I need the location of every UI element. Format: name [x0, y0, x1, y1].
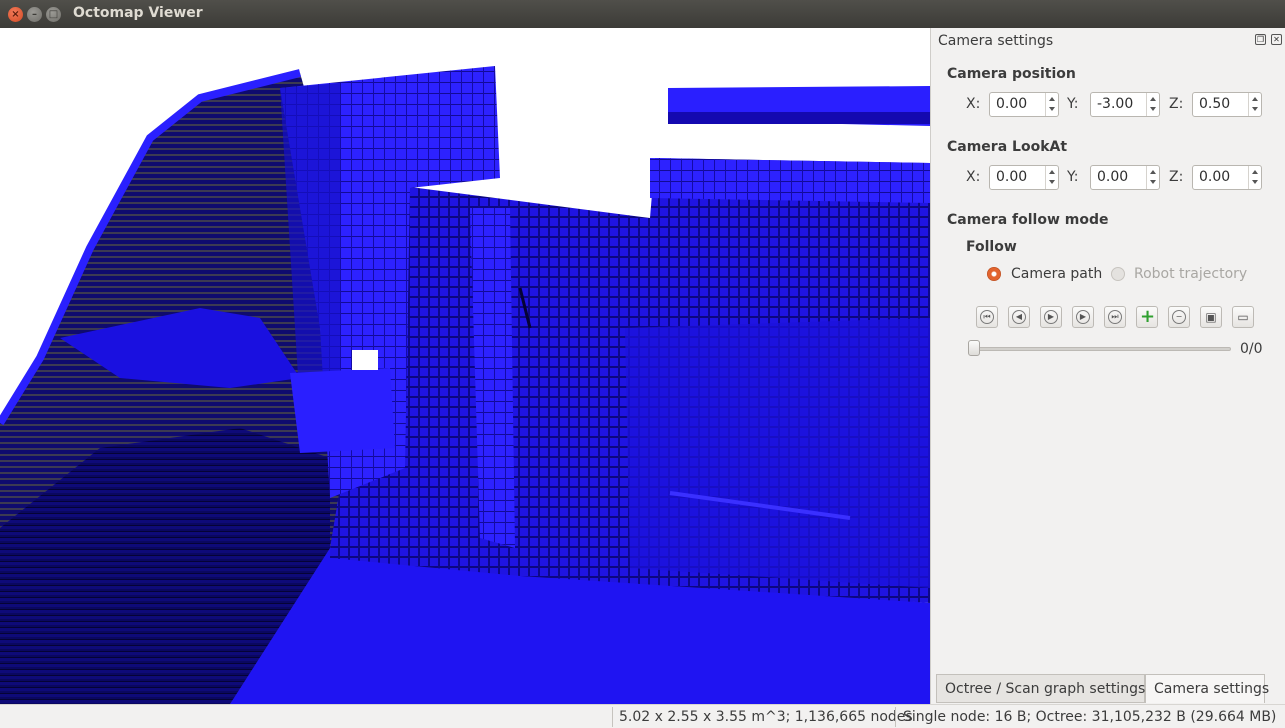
lookat-x-value: 0.00 — [996, 169, 1028, 185]
follow-subheading: Follow — [966, 239, 1017, 255]
close-window-button[interactable]: × — [8, 7, 23, 22]
tab-camera-settings[interactable]: Camera settings — [1145, 674, 1269, 703]
spin-up-icon[interactable] — [1049, 170, 1055, 174]
position-z-value: 0.50 — [1199, 96, 1231, 112]
last-frame-icon: ⏭ — [1108, 310, 1122, 324]
frame-slider-track[interactable] — [971, 347, 1231, 351]
spin-arrows[interactable] — [1248, 93, 1261, 116]
spin-down-icon[interactable] — [1150, 180, 1156, 184]
camera-lookat-heading: Camera LookAt — [947, 139, 1068, 155]
position-y-spinbox[interactable]: -3.00 — [1090, 92, 1160, 117]
add-frame-icon: + — [1140, 306, 1156, 327]
play-icon: ▶ — [1044, 310, 1058, 324]
first-frame-icon: ⏮ — [980, 310, 994, 324]
position-x-spinbox[interactable]: 0.00 — [989, 92, 1059, 117]
next-frame-button[interactable]: ▶ — [1072, 306, 1094, 328]
octomap-3d-viewport[interactable] — [0, 28, 930, 704]
spin-arrows[interactable] — [1146, 166, 1159, 189]
lookat-x-label: X: — [966, 169, 981, 185]
lookat-y-value: 0.00 — [1097, 169, 1129, 185]
spin-arrows[interactable] — [1045, 166, 1058, 189]
spin-up-icon[interactable] — [1252, 170, 1258, 174]
position-x-value: 0.00 — [996, 96, 1028, 112]
camera-settings-dock: Camera settings ❐ ✕ Camera position X: 0… — [930, 28, 1285, 704]
tab-octree-scan-graph-settings[interactable]: Octree / Scan graph settings — [936, 674, 1145, 703]
next-frame-icon: ▶ — [1076, 310, 1090, 324]
camera-path-radio[interactable] — [987, 267, 1001, 281]
title-bar: × – □ Octomap Viewer — [0, 0, 1285, 28]
status-divider — [612, 707, 613, 727]
lookat-z-value: 0.00 — [1199, 169, 1231, 185]
spin-arrows[interactable] — [1045, 93, 1058, 116]
spin-down-icon[interactable] — [1049, 107, 1055, 111]
clear-path-button[interactable]: ▭ — [1232, 306, 1254, 328]
maximize-window-button[interactable]: □ — [46, 7, 61, 22]
minimize-window-button[interactable]: – — [27, 7, 42, 22]
camera-position-heading: Camera position — [947, 66, 1076, 82]
status-divider — [895, 707, 896, 727]
lookat-z-label: Z: — [1169, 169, 1184, 185]
position-y-value: -3.00 — [1097, 96, 1134, 112]
status-bar: 5.02 x 2.55 x 3.55 m^3; 1,136,665 nodes … — [0, 704, 1285, 728]
save-icon: ▣ — [1205, 310, 1217, 324]
remove-frame-button[interactable]: − — [1168, 306, 1190, 328]
remove-frame-icon: − — [1172, 310, 1186, 324]
lookat-y-label: Y: — [1067, 169, 1079, 185]
lookat-z-spinbox[interactable]: 0.00 — [1192, 165, 1262, 190]
frame-counter: 0/0 — [1240, 341, 1263, 357]
last-frame-button[interactable]: ⏭ — [1104, 306, 1126, 328]
follow-mode-heading: Camera follow mode — [947, 212, 1109, 228]
position-z-label: Z: — [1169, 96, 1184, 112]
clear-path-icon: ▭ — [1237, 310, 1249, 324]
app-window: × – □ Octomap Viewer Camera settings ❐ ✕… — [0, 0, 1285, 728]
position-x-label: X: — [966, 96, 981, 112]
dock-title: Camera settings — [938, 33, 1054, 49]
dock-close-icon[interactable]: ✕ — [1271, 34, 1282, 45]
spin-down-icon[interactable] — [1252, 180, 1258, 184]
spin-down-icon[interactable] — [1150, 107, 1156, 111]
status-memory: Single node: 16 B; Octree: 31,105,232 B … — [903, 709, 1277, 725]
robot-trajectory-label[interactable]: Robot trajectory — [1134, 266, 1247, 282]
position-y-label: Y: — [1067, 96, 1079, 112]
save-button[interactable]: ▣ — [1200, 306, 1222, 328]
spin-up-icon[interactable] — [1150, 170, 1156, 174]
position-z-spinbox[interactable]: 0.50 — [1192, 92, 1262, 117]
spin-up-icon[interactable] — [1150, 97, 1156, 101]
play-button[interactable]: ▶ — [1040, 306, 1062, 328]
spin-down-icon[interactable] — [1049, 180, 1055, 184]
add-frame-button[interactable]: + — [1136, 306, 1158, 328]
spin-up-icon[interactable] — [1049, 97, 1055, 101]
dock-float-icon[interactable]: ❐ — [1255, 34, 1266, 45]
previous-frame-button[interactable]: ◀ — [1008, 306, 1030, 328]
robot-trajectory-radio[interactable] — [1111, 267, 1125, 281]
status-dimensions: 5.02 x 2.55 x 3.55 m^3; 1,136,665 nodes — [619, 709, 913, 725]
spin-arrows[interactable] — [1248, 166, 1261, 189]
lookat-x-spinbox[interactable]: 0.00 — [989, 165, 1059, 190]
spin-arrows[interactable] — [1146, 93, 1159, 116]
voxel-scene — [0, 66, 930, 704]
first-frame-button[interactable]: ⏮ — [976, 306, 998, 328]
window-title: Octomap Viewer — [73, 5, 203, 21]
frame-slider-handle[interactable] — [968, 340, 980, 356]
spin-up-icon[interactable] — [1252, 97, 1258, 101]
previous-frame-icon: ◀ — [1012, 310, 1026, 324]
spin-down-icon[interactable] — [1252, 107, 1258, 111]
lookat-y-spinbox[interactable]: 0.00 — [1090, 165, 1160, 190]
camera-path-label[interactable]: Camera path — [1011, 266, 1102, 282]
